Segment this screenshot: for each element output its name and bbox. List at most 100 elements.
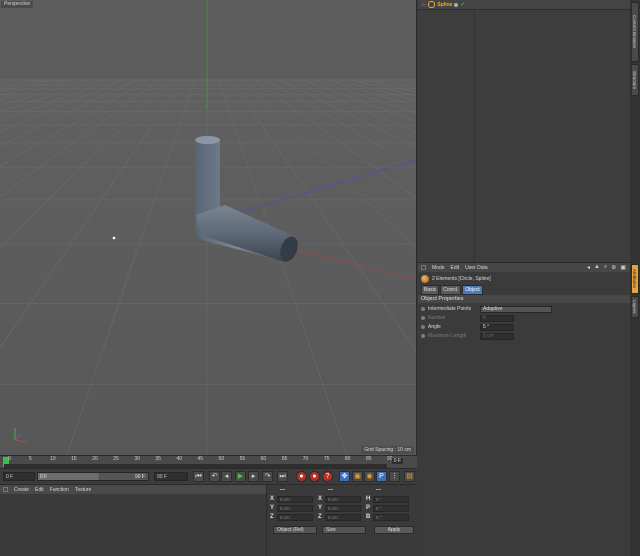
tab-content-browser[interactable]: Content Browser [631, 2, 639, 62]
timeline-tick-label: 50 [218, 456, 225, 462]
pos-axis-label: X [270, 496, 275, 502]
new-panel-icon[interactable]: ▣ [620, 264, 626, 271]
rotation-field[interactable]: 0 ° [373, 496, 409, 503]
menu-texture[interactable]: Texture [75, 487, 91, 493]
size-field[interactable]: 0 cm [325, 505, 361, 512]
scheme-menu-button[interactable]: ▤ [404, 471, 415, 482]
tab-structure[interactable]: Structure [631, 64, 639, 96]
position-field[interactable]: 0 cm [277, 505, 313, 512]
keyframe-selection-button[interactable]: ? [322, 471, 333, 482]
object-properties-header: Object Properties [418, 295, 630, 303]
record-keys-button[interactable]: ● [296, 471, 307, 482]
column-divider [474, 10, 475, 262]
attr-grip-icon[interactable] [421, 265, 426, 270]
rotation-field[interactable]: 0 ° [373, 505, 409, 512]
timeline-tick-label: 15 [71, 456, 77, 462]
size-axis-label: Y [318, 505, 323, 511]
property-row: Number 8 [421, 314, 514, 322]
coordinate-mode-dropdown[interactable]: Object (Rel) [273, 526, 317, 534]
side-tab-strip: Content Browser Structure Attributes Lay… [630, 0, 640, 556]
menu-user-data[interactable]: User Data [465, 265, 488, 271]
animate-dot-icon[interactable] [421, 325, 425, 329]
selected-elements-row: 2 Elements [Circle, Spline] [421, 275, 491, 283]
animate-dot-icon[interactable] [421, 334, 425, 338]
apply-button[interactable]: Apply [374, 526, 414, 534]
element-title: 2 Elements [Circle, Spline] [432, 276, 491, 282]
property-value: 5 cm [480, 332, 514, 340]
coords-header: — — — [270, 487, 414, 495]
pla-key-toggle[interactable]: ⋮ [389, 471, 400, 482]
rotate-key-toggle[interactable]: ◉ [364, 471, 375, 482]
panel-grip-icon[interactable] [3, 487, 8, 492]
property-value: 8 [480, 314, 514, 322]
attribute-manager: Mode Edit User Data ◂ ▲ ⌕ ⊕ ▣ 2 Elements… [418, 262, 630, 556]
next-key-button[interactable]: ↷ [262, 471, 273, 482]
timeline-tick-label: 70 [302, 456, 309, 462]
timeline-tick-label: 40 [176, 456, 182, 462]
search-icon[interactable]: ⌕ [604, 264, 607, 271]
size-mode-dropdown[interactable]: Size [322, 526, 366, 534]
property-label: Angle [428, 324, 441, 330]
coordinates-manager: — — — X0 cm X 0 cm H 0 ° Y 0 cm Y 0 cm P 0 ° Z 0 cm Z… [267, 484, 417, 556]
up-arrow-icon[interactable]: ▲ [594, 264, 600, 271]
property-row: Intermediate Points Adaptive [421, 305, 552, 313]
property-value[interactable]: Adaptive [480, 305, 552, 313]
sweep-object-icon [421, 275, 429, 283]
back-arrow-icon[interactable]: ◂ [587, 264, 590, 271]
go-to-start-button[interactable]: ⏮ [193, 471, 204, 482]
size-axis-label: Z [318, 514, 322, 520]
auto-key-button[interactable]: ● [309, 471, 320, 482]
size-field[interactable]: 0 cm [325, 496, 361, 503]
viewport-label[interactable]: Perspective [1, 1, 34, 8]
rotation-field[interactable]: 0 ° [373, 514, 409, 521]
timeline-ruler[interactable]: 0 5 10 15 20 25 30 35 40 45 50 55 60 65 70 75 80 85 90 0 F [0, 455, 417, 468]
rotation-axis-label: P [366, 505, 371, 511]
play-button[interactable]: ▶ [235, 471, 246, 482]
visibility-dot-icon[interactable] [454, 2, 459, 7]
scale-key-toggle[interactable]: ▣ [352, 471, 363, 482]
position-field[interactable]: 0 cm [277, 496, 313, 503]
viewport-scene [0, 0, 416, 455]
tab-object[interactable]: Object [462, 285, 483, 295]
timeline-tick-label: 65 [281, 456, 288, 462]
prev-key-button[interactable]: ↶ [209, 471, 220, 482]
tab-attributes[interactable]: Attributes [631, 264, 639, 294]
object-manager: ⊢ Spline ✓ [418, 0, 630, 262]
property-value[interactable]: 5 ° [480, 323, 514, 331]
x-axis-line [289, 247, 416, 281]
menu-function[interactable]: Function [50, 487, 69, 493]
end-frame-field[interactable]: 90 F [154, 472, 188, 481]
object-name[interactable]: Spline [437, 2, 452, 8]
pos-axis-label: Y [270, 505, 275, 511]
menu-create[interactable]: Create [14, 487, 29, 493]
timeline-tick-label: 35 [155, 456, 161, 462]
enabled-check-icon[interactable]: ✓ [460, 1, 465, 8]
position-field[interactable]: 0 cm [277, 514, 313, 521]
size-field[interactable]: 0 cm [325, 514, 361, 521]
z-axis-line [229, 159, 416, 216]
param-key-toggle[interactable]: P [376, 471, 387, 482]
animate-dot-icon[interactable] [421, 307, 425, 311]
material-manager: Create Edit Function Texture [0, 484, 267, 556]
perspective-viewport[interactable]: Perspective Grid Spacing : 10 cm [0, 0, 417, 455]
tab-layers[interactable]: Layers [631, 296, 639, 318]
tab-coord[interactable]: Coord. [440, 285, 462, 295]
tab-basic[interactable]: Basic [421, 285, 440, 295]
menu-mode[interactable]: Mode [432, 265, 445, 271]
move-key-toggle[interactable]: ✥ [339, 471, 350, 482]
material-menubar: Create Edit Function Texture [0, 485, 266, 494]
timeline-tick-label: 20 [92, 456, 98, 462]
menu-edit[interactable]: Edit [35, 487, 44, 493]
step-forward-button[interactable]: ▸ [248, 471, 259, 482]
property-row: Maximum Length 5 cm [421, 332, 514, 340]
lock-icon[interactable]: ⊕ [611, 264, 616, 271]
spline-icon [428, 1, 436, 8]
object-row-spline[interactable]: ⊢ Spline ✓ [422, 1, 465, 8]
timeline-tick-label: 55 [239, 456, 246, 462]
step-back-button[interactable]: ◂ [221, 471, 232, 482]
menu-attr-edit[interactable]: Edit [451, 265, 460, 271]
current-frame-field[interactable]: 0 F [3, 472, 35, 481]
go-to-end-button[interactable]: ⏭ [277, 471, 288, 482]
frame-range-slider[interactable]: 0 F 90 F [37, 472, 149, 481]
animate-dot-icon[interactable] [421, 316, 425, 320]
